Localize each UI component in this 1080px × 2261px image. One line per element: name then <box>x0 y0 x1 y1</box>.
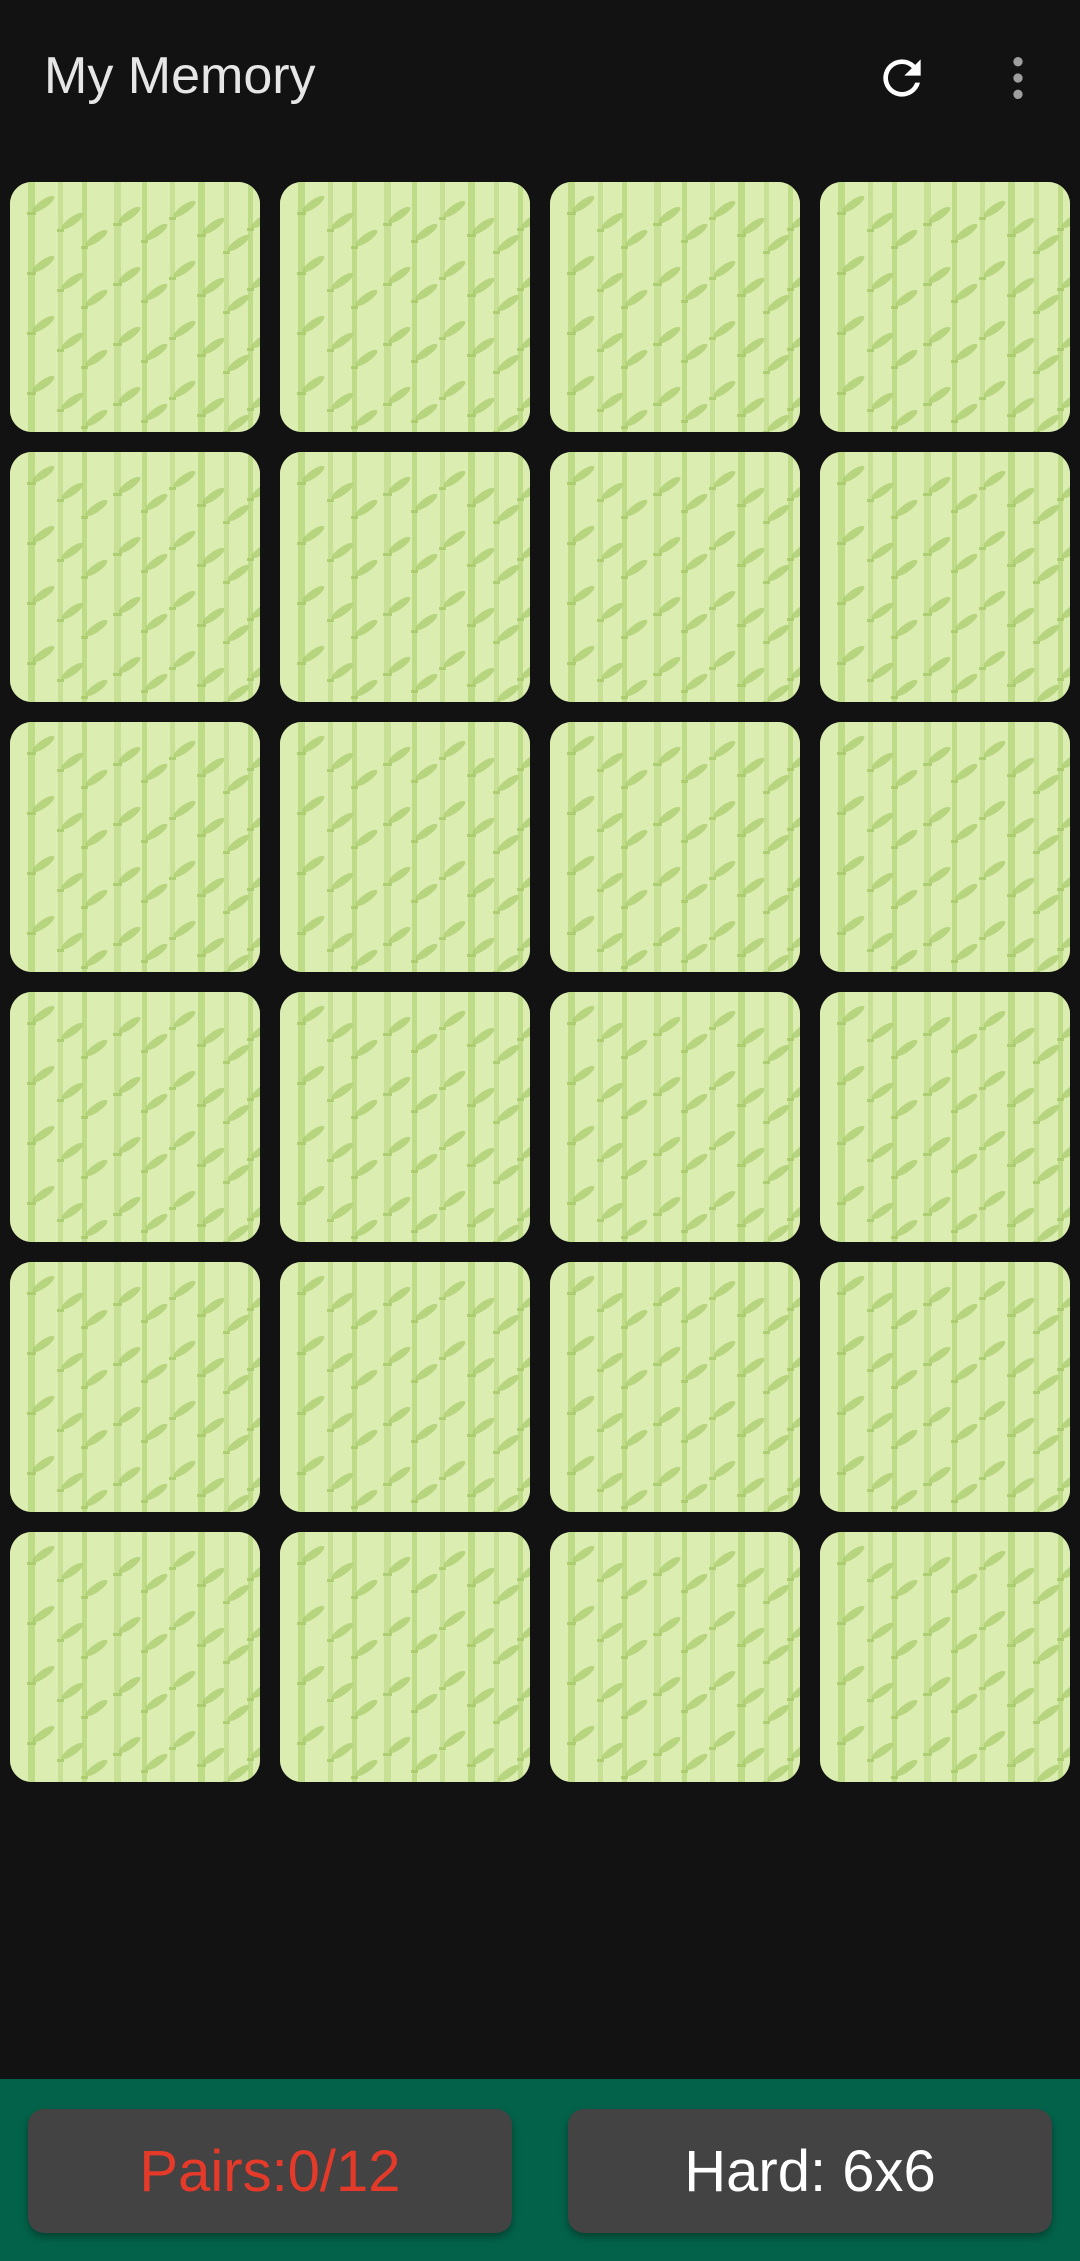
bamboo-pattern-icon <box>550 182 800 432</box>
memory-card[interactable] <box>550 182 800 432</box>
pairs-counter: Pairs:0/12 <box>28 2109 512 2233</box>
bamboo-pattern-icon <box>280 182 530 432</box>
bamboo-pattern-icon <box>10 1262 260 1512</box>
memory-card[interactable] <box>10 1532 260 1782</box>
pairs-label: Pairs:0/12 <box>139 2138 401 2204</box>
bamboo-pattern-icon <box>550 1532 800 1782</box>
memory-card[interactable] <box>820 722 1070 972</box>
difficulty-label: Hard: 6x6 <box>684 2138 936 2204</box>
refresh-button[interactable] <box>862 38 942 118</box>
bamboo-pattern-icon <box>10 182 260 432</box>
bamboo-pattern-icon <box>820 992 1070 1242</box>
memory-card[interactable] <box>550 1262 800 1512</box>
bamboo-pattern-icon <box>280 722 530 972</box>
memory-card[interactable] <box>280 1532 530 1782</box>
memory-card[interactable] <box>550 452 800 702</box>
memory-card[interactable] <box>280 182 530 432</box>
bamboo-pattern-icon <box>820 1262 1070 1512</box>
more-vert-icon <box>1013 57 1023 99</box>
memory-board <box>10 182 1070 1782</box>
bamboo-pattern-icon <box>280 1532 530 1782</box>
bamboo-pattern-icon <box>280 992 530 1242</box>
bamboo-pattern-icon <box>820 1532 1070 1782</box>
bamboo-pattern-icon <box>820 722 1070 972</box>
bamboo-pattern-icon <box>10 1532 260 1782</box>
memory-card[interactable] <box>10 182 260 432</box>
bamboo-pattern-icon <box>280 452 530 702</box>
memory-card[interactable] <box>820 1532 1070 1782</box>
bamboo-pattern-icon <box>550 722 800 972</box>
memory-card[interactable] <box>10 992 260 1242</box>
bamboo-pattern-icon <box>280 1262 530 1512</box>
toolbar: My Memory <box>0 0 1080 150</box>
refresh-icon <box>883 59 921 97</box>
app-root: My Memory Pairs:0/12 Hard: 6x6 <box>0 0 1080 2261</box>
memory-card[interactable] <box>280 452 530 702</box>
memory-card[interactable] <box>10 1262 260 1512</box>
bamboo-pattern-icon <box>820 182 1070 432</box>
difficulty-indicator: Hard: 6x6 <box>568 2109 1052 2233</box>
memory-card[interactable] <box>10 452 260 702</box>
memory-card[interactable] <box>10 722 260 972</box>
more-options-button[interactable] <box>978 38 1058 118</box>
memory-card[interactable] <box>820 992 1070 1242</box>
memory-card[interactable] <box>820 452 1070 702</box>
bamboo-pattern-icon <box>10 992 260 1242</box>
memory-card[interactable] <box>550 722 800 972</box>
memory-card[interactable] <box>280 992 530 1242</box>
memory-card[interactable] <box>820 1262 1070 1512</box>
memory-card[interactable] <box>280 722 530 972</box>
memory-card[interactable] <box>280 1262 530 1512</box>
memory-card[interactable] <box>550 1532 800 1782</box>
status-bar: Pairs:0/12 Hard: 6x6 <box>0 2079 1080 2261</box>
app-title: My Memory <box>44 47 316 105</box>
bamboo-pattern-icon <box>10 452 260 702</box>
bamboo-pattern-icon <box>820 452 1070 702</box>
memory-card[interactable] <box>820 182 1070 432</box>
bamboo-pattern-icon <box>550 992 800 1242</box>
bamboo-pattern-icon <box>550 452 800 702</box>
bamboo-pattern-icon <box>550 1262 800 1512</box>
bamboo-pattern-icon <box>10 722 260 972</box>
memory-card[interactable] <box>550 992 800 1242</box>
